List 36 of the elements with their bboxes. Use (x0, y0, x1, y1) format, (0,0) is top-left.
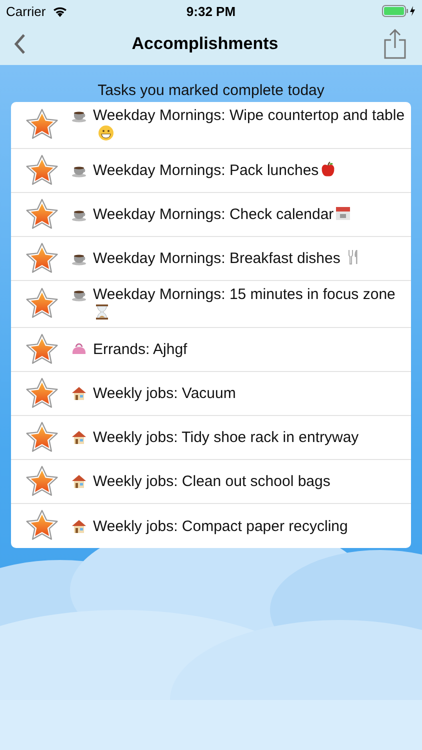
star-icon (25, 509, 59, 543)
hourglass-icon (94, 304, 110, 320)
apple-icon (320, 161, 336, 177)
task-text: Weekday Mornings: Check calendar (93, 206, 334, 223)
house-icon (71, 385, 87, 401)
task-text: Weekday Mornings: Wipe countertop and table (93, 107, 405, 124)
carrier-label: Carrier (6, 4, 46, 18)
nav-title: Accomplishments (132, 34, 278, 54)
grinning-face-icon (98, 125, 114, 141)
house-icon (71, 429, 87, 445)
star-icon (25, 242, 59, 276)
task-text: Weekly jobs: Compact paper recycling (93, 518, 348, 534)
status-time: 9:32 PM (186, 4, 236, 18)
task-text: Weekday Mornings: Breakfast dishes (93, 250, 340, 267)
house-icon (71, 518, 87, 534)
star-icon (25, 464, 59, 498)
share-button[interactable] (382, 26, 408, 60)
star-icon (25, 108, 59, 142)
house-icon (71, 473, 87, 489)
wifi-icon (52, 5, 68, 17)
task-text: Weekday Mornings: Pack lunches (93, 162, 319, 179)
task-text: Weekday Mornings: 15 minutes in focus zone (93, 286, 396, 303)
purse-icon (71, 341, 87, 357)
star-icon (25, 332, 59, 366)
battery-icon (382, 5, 416, 17)
task-text: Weekly jobs: Tidy shoe rack in entryway (93, 429, 359, 446)
star-icon (25, 154, 59, 188)
calendar-icon (334, 205, 351, 221)
star-icon (25, 420, 59, 454)
section-heading: Tasks you marked complete today (96, 82, 326, 99)
star-icon (25, 376, 59, 410)
task-text: Errands: Ajhgf (93, 341, 188, 358)
task-text: Weekly jobs: Vacuum (93, 385, 236, 402)
star-icon (25, 198, 59, 232)
star-icon (25, 287, 59, 321)
task-text: Weekly jobs: Clean out school bags (93, 473, 330, 490)
